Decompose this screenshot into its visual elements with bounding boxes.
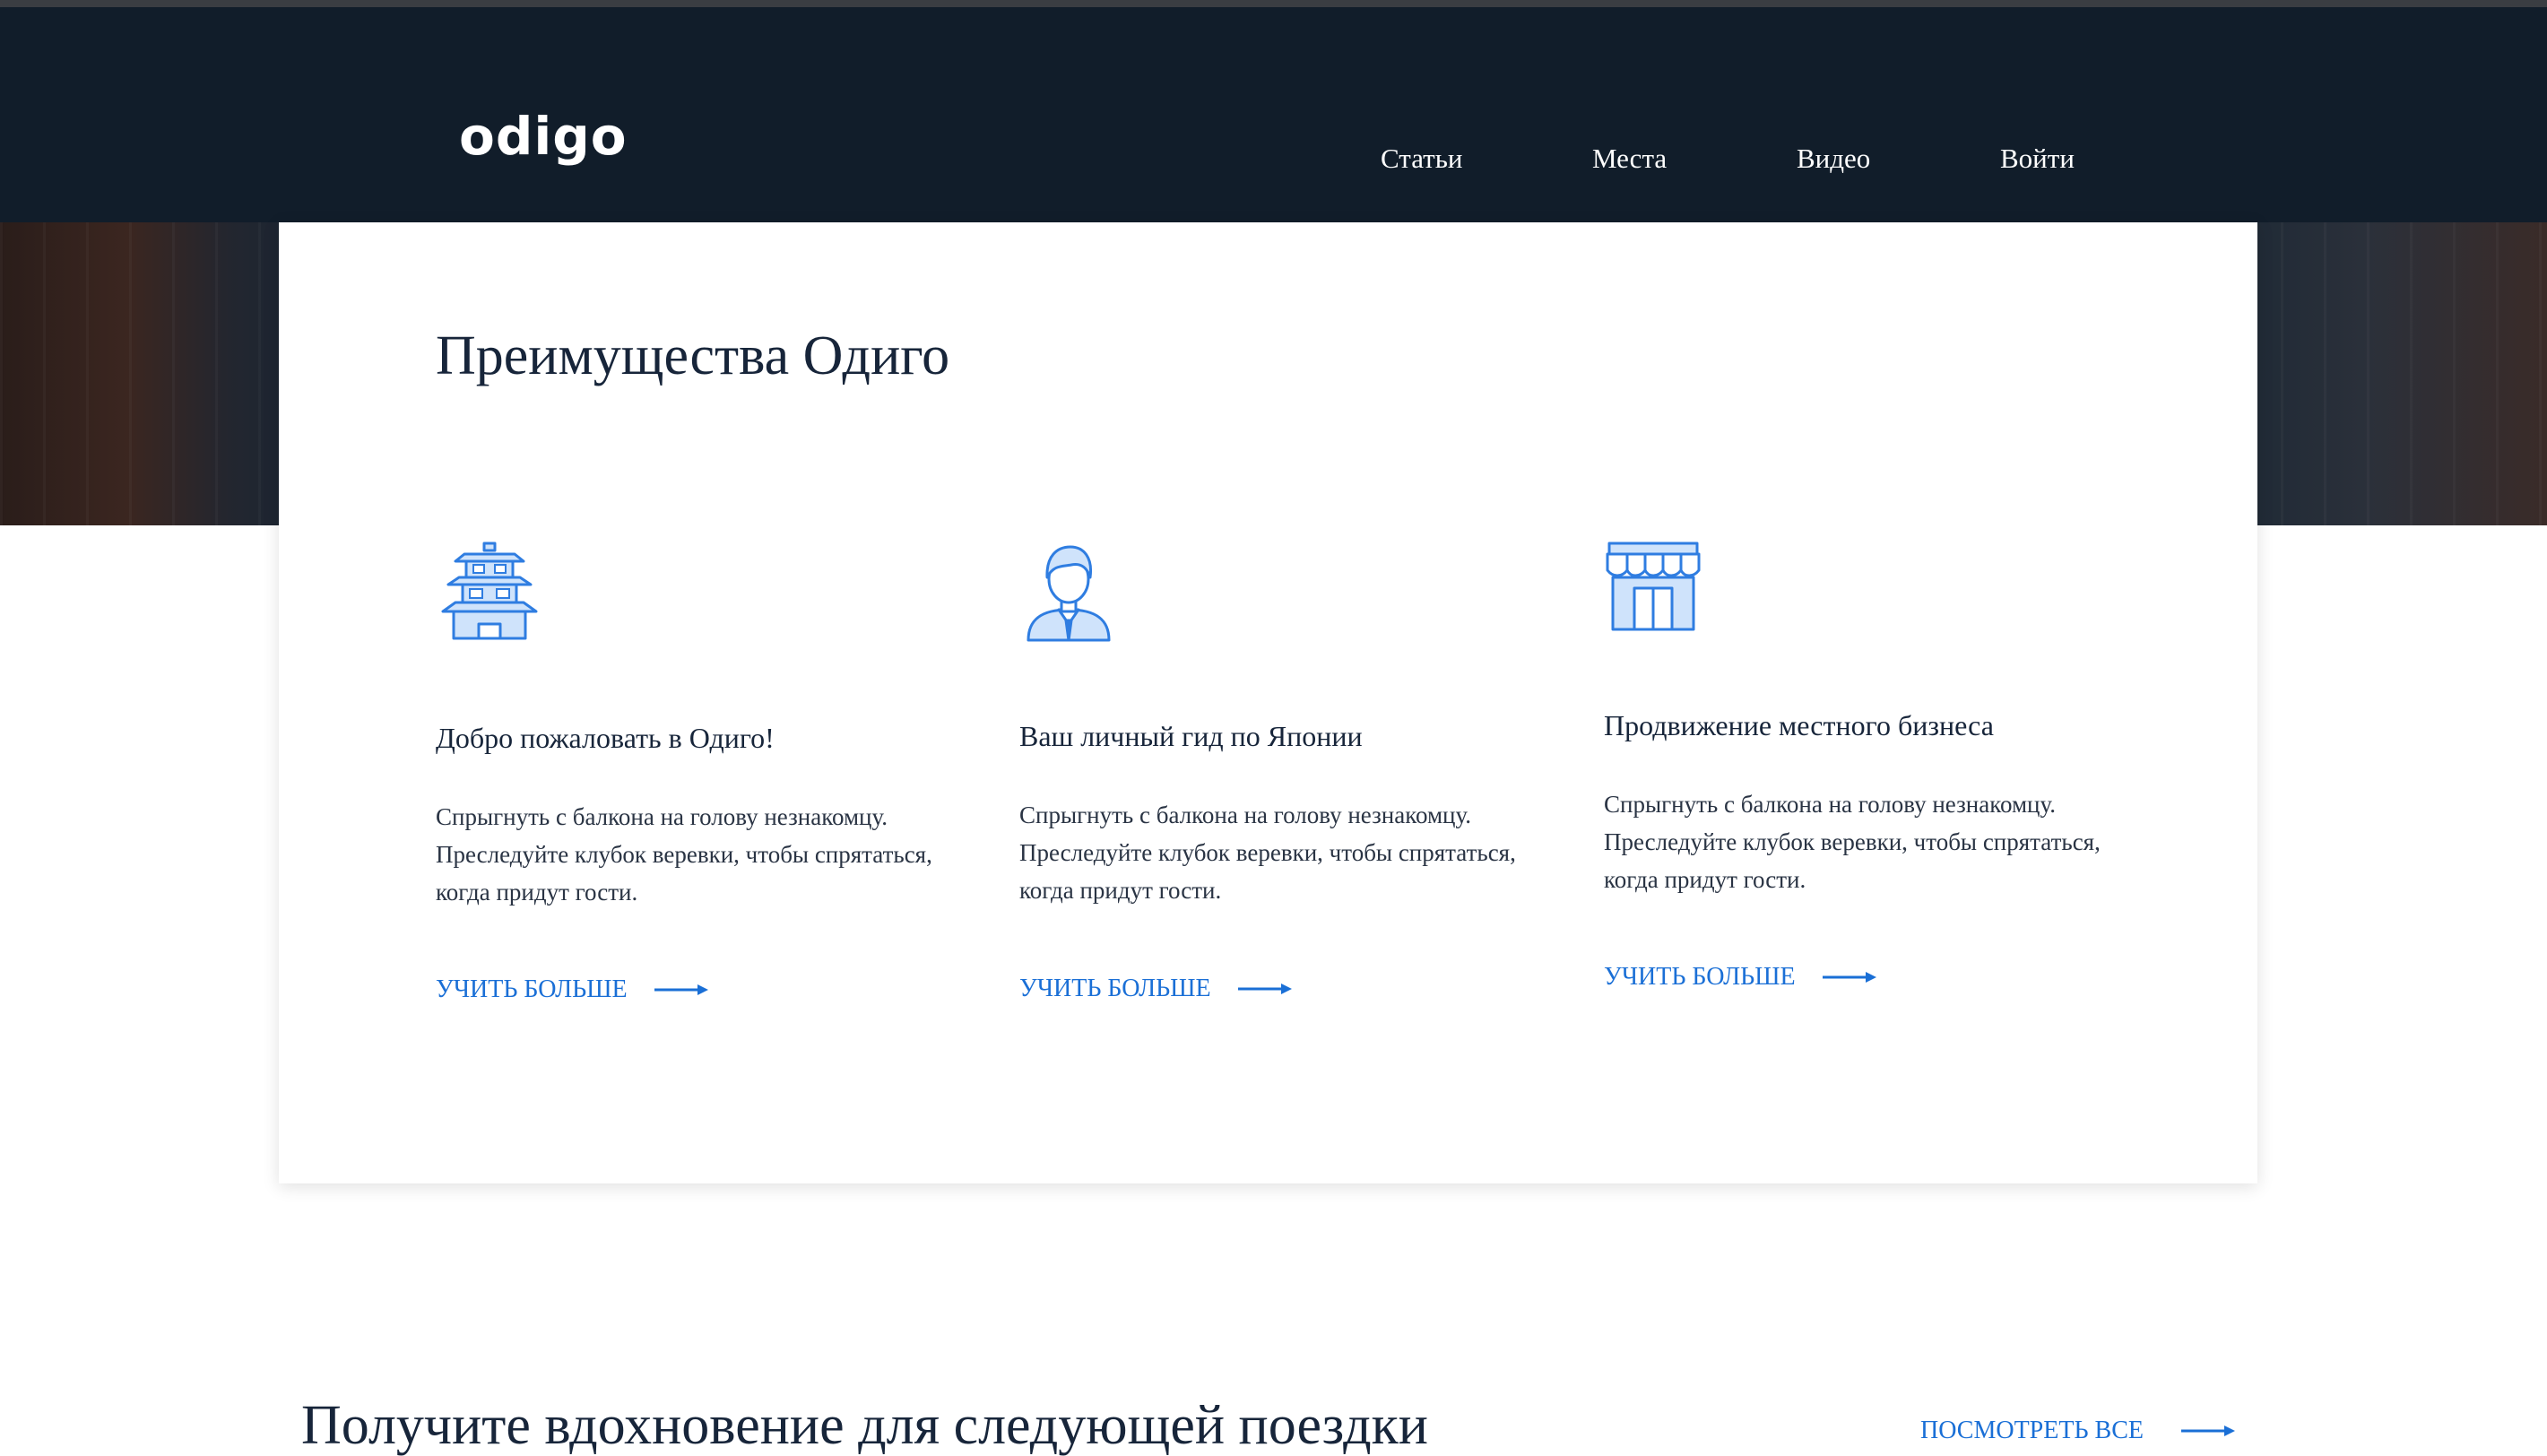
- inspiration-title: Получите вдохновение для следующей поезд…: [301, 1395, 1428, 1456]
- site-header: odigo Статьи Места Видео Войти: [0, 7, 2547, 222]
- feature-title: Ваш личный гид по Японии: [1019, 720, 1363, 752]
- arrow-right-icon: [654, 984, 708, 995]
- arrow-right-icon: [1237, 984, 1292, 994]
- arrow-right-icon: [2181, 1426, 2235, 1436]
- person-guide-icon: [1019, 538, 1118, 650]
- learn-more-link[interactable]: УЧИТЬ БОЛЬШЕ: [1604, 963, 1876, 992]
- learn-more-label: УЧИТЬ БОЛЬШЕ: [1019, 975, 1211, 1002]
- feature-description: Спрыгнуть с балкона на голову незнакомцу…: [1019, 802, 1516, 904]
- storefront-icon: [1604, 538, 1702, 641]
- pagoda-icon: [436, 538, 543, 650]
- nav-item-articles[interactable]: Статьи: [1381, 139, 1462, 178]
- nav-item-places[interactable]: Места: [1592, 139, 1667, 178]
- nav-item-login[interactable]: Войти: [2000, 139, 2075, 178]
- feature-description: Спрыгнуть с балкона на голову незнакомцу…: [1604, 791, 2101, 893]
- feature-personal-guide: Ваш личный гид по Японии Спрыгнуть с бал…: [1019, 538, 1521, 1013]
- learn-more-link[interactable]: УЧИТЬ БОЛЬШЕ: [436, 975, 708, 1004]
- feature-local-business: Продвижение местного бизнеса Спрыгнуть с…: [1604, 538, 2106, 1013]
- feature-description: Спрыгнуть с балкона на голову незнакомцу…: [436, 803, 932, 906]
- feature-title: Добро пожаловать в Одиго!: [436, 722, 775, 754]
- feature-welcome: Добро пожаловать в Одиго! Спрыгнуть с ба…: [436, 538, 938, 1013]
- view-all-label: ПОСМОТРЕТЬ ВСЕ: [1920, 1417, 2144, 1444]
- main-nav: Статьи Места Видео Войти: [0, 139, 2547, 178]
- arrow-right-icon: [1822, 972, 1876, 983]
- nav-item-video[interactable]: Видео: [1797, 139, 1870, 178]
- feature-title: Продвижение местного бизнеса: [1604, 709, 1994, 741]
- window-top-strip: [0, 0, 2547, 7]
- benefits-title: Преимущества Одиго: [436, 325, 950, 386]
- learn-more-label: УЧИТЬ БОЛЬШЕ: [436, 975, 628, 1003]
- view-all-link[interactable]: ПОСМОТРЕТЬ ВСЕ: [1920, 1417, 2235, 1445]
- learn-more-label: УЧИТЬ БОЛЬШЕ: [1604, 963, 1796, 991]
- learn-more-link[interactable]: УЧИТЬ БОЛЬШЕ: [1019, 975, 1292, 1003]
